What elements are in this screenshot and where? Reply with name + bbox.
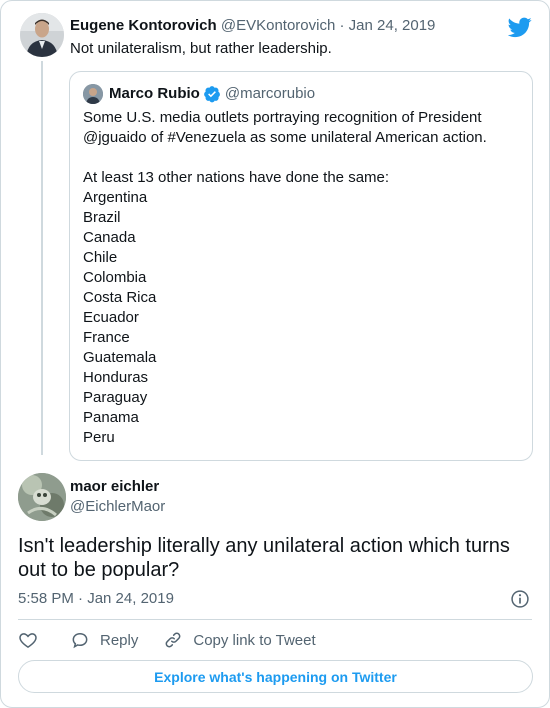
verified-badge-icon bbox=[203, 86, 220, 103]
reply-tweet-text: Isn't leadership literally any unilatera… bbox=[18, 535, 510, 581]
parent-author-name[interactable]: Eugene Kontorovich bbox=[70, 17, 217, 34]
reply-author-handle[interactable]: @EichlerMaor bbox=[70, 497, 165, 517]
thread-connector-line bbox=[41, 61, 43, 455]
country-list-item: Costa Rica bbox=[83, 289, 157, 306]
reply-timestamp[interactable]: 5:58 PM · Jan 24, 2019 bbox=[18, 589, 174, 609]
quoted-author-handle: @marcorubio bbox=[224, 85, 316, 102]
country-list-item: Chile bbox=[83, 249, 118, 266]
quoted-text-line: @jguaido of #Venezuela as some unilatera… bbox=[83, 129, 487, 146]
tweet-actions-bar: Reply Copy link to Tweet bbox=[18, 628, 316, 652]
parent-tweet-date[interactable]: Jan 24, 2019 bbox=[349, 17, 436, 34]
country-list-item: Canada bbox=[83, 229, 136, 246]
copy-link-label: Copy link to Tweet bbox=[193, 631, 316, 649]
reply-label: Reply bbox=[100, 631, 139, 649]
country-list-item: Honduras bbox=[83, 369, 149, 386]
avatar-marco-rubio bbox=[83, 84, 103, 104]
quoted-text-line: At least 13 other nations have done the … bbox=[83, 169, 390, 186]
divider bbox=[18, 619, 532, 620]
country-list-item: Panama bbox=[83, 409, 139, 426]
like-button[interactable] bbox=[18, 630, 38, 650]
quoted-author-name: Marco Rubio bbox=[109, 85, 200, 102]
header-separator: · bbox=[339, 17, 345, 34]
heart-icon bbox=[19, 633, 37, 648]
embedded-tweet-card: Eugene Kontorovich @EVKontorovich · Jan … bbox=[0, 0, 550, 708]
avatar-eugene-kontorovich[interactable] bbox=[20, 13, 64, 57]
copy-link-button[interactable]: Copy link to Tweet bbox=[163, 630, 316, 650]
country-list-item: Brazil bbox=[83, 209, 121, 226]
country-list-item: Argentina bbox=[83, 189, 148, 206]
reply-button[interactable]: Reply bbox=[70, 630, 138, 650]
link-icon bbox=[165, 632, 181, 648]
explore-twitter-button[interactable]: Explore what's happening on Twitter bbox=[18, 660, 533, 693]
parent-author-handle[interactable]: @EVKontorovich bbox=[221, 17, 335, 34]
parent-tweet-header: Eugene Kontorovich @EVKontorovich · Jan … bbox=[70, 16, 435, 36]
country-list-item: France bbox=[83, 329, 130, 346]
country-list-item: Guatemala bbox=[83, 349, 157, 366]
quoted-text-line: Some U.S. media outlets portraying recog… bbox=[83, 109, 482, 126]
quoted-tweet[interactable]: Marco Rubio @marcorubio Some U.S. media … bbox=[69, 71, 533, 461]
country-list-item: Ecuador bbox=[83, 309, 139, 326]
info-icon[interactable] bbox=[510, 589, 530, 609]
quoted-tweet-header: Marco Rubio @marcorubio bbox=[109, 84, 315, 104]
speech-bubble-icon bbox=[72, 632, 88, 649]
parent-tweet-text: Not unilateralism, but rather leadership… bbox=[70, 40, 332, 57]
twitter-bird-icon[interactable] bbox=[508, 15, 532, 39]
country-list-item: Peru bbox=[83, 429, 115, 446]
quoted-tweet-body: Some U.S. media outlets portraying recog… bbox=[83, 108, 523, 448]
avatar-maor-eichler[interactable] bbox=[18, 473, 66, 521]
country-list-item: Colombia bbox=[83, 269, 147, 286]
country-list-item: Paraguay bbox=[83, 389, 148, 406]
reply-author-name[interactable]: maor eichler bbox=[70, 477, 159, 497]
